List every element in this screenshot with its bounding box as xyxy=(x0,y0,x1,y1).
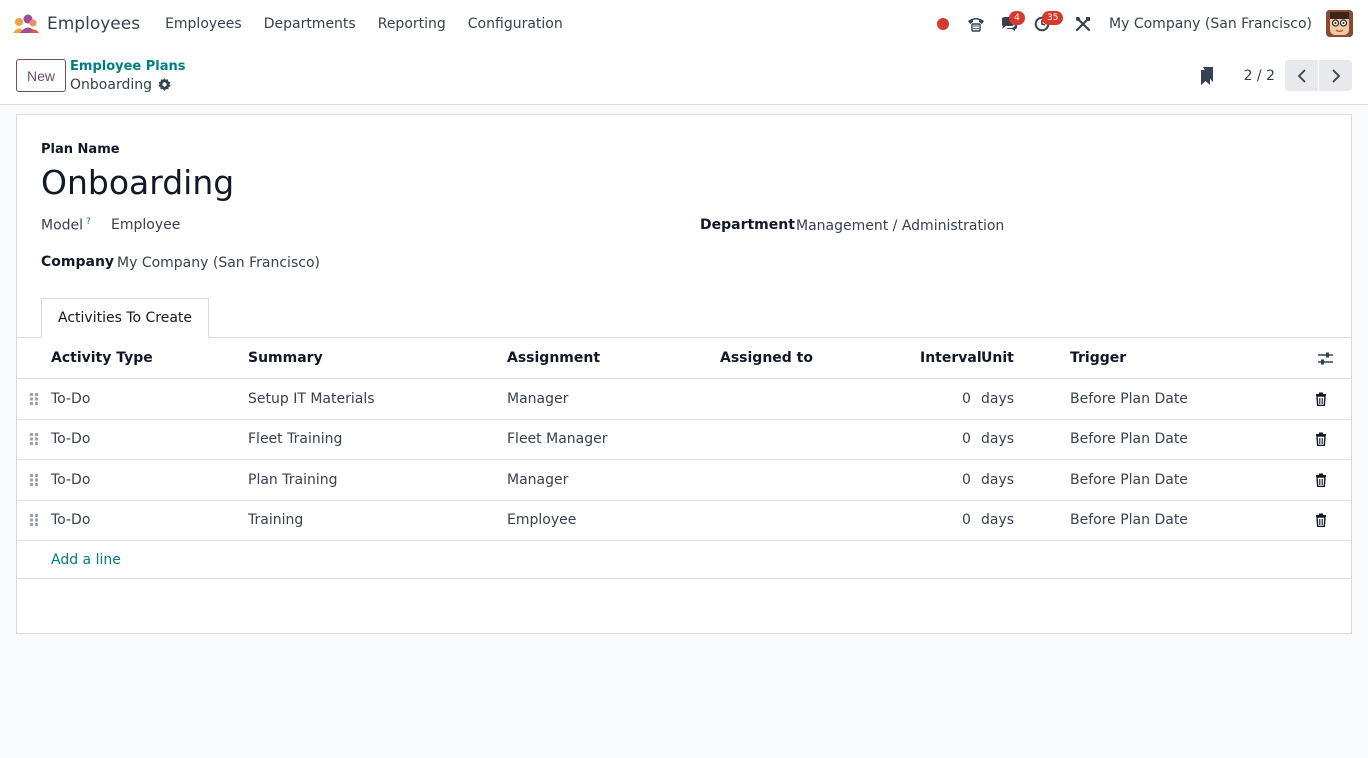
cell-trigger[interactable]: Before Plan Date xyxy=(1070,431,1188,447)
cell-activity-type[interactable]: To-Do xyxy=(51,391,90,407)
model-label: Model? xyxy=(41,217,91,234)
breadcrumb-current: Onboarding xyxy=(70,76,186,94)
systray: 4 35 My Company (San Francisco) xyxy=(926,8,1356,40)
menu-configuration[interactable]: Configuration xyxy=(457,16,574,32)
app-name[interactable]: Employees xyxy=(47,14,140,34)
trash-icon[interactable] xyxy=(1314,432,1328,447)
column-activity-type[interactable]: Activity Type xyxy=(51,350,153,366)
breadcrumb: Employee Plans Onboarding xyxy=(70,58,186,94)
app-home[interactable]: Employees xyxy=(12,14,140,34)
trash-icon[interactable] xyxy=(1314,513,1328,528)
table-header: Activity Type Summary Assignment Assigne… xyxy=(17,338,1351,379)
record-dot-icon xyxy=(936,17,949,30)
activities-count-badge: 35 xyxy=(1042,10,1064,25)
cell-assignment[interactable]: Manager xyxy=(507,472,568,488)
menu-departments[interactable]: Departments xyxy=(253,16,367,32)
department-label: Department xyxy=(700,217,795,233)
activities-button[interactable]: 35 xyxy=(1025,8,1064,40)
pager-previous-button[interactable] xyxy=(1285,60,1318,91)
table-footer: Add a line xyxy=(17,541,1351,579)
cell-assignment[interactable]: Fleet Manager xyxy=(507,431,607,447)
user-avatar-image xyxy=(1326,10,1353,37)
optional-columns-toggle-icon[interactable] xyxy=(1318,352,1333,365)
menu-reporting[interactable]: Reporting xyxy=(367,16,457,32)
breadcrumb-employee-plans[interactable]: Employee Plans xyxy=(70,58,186,76)
cell-interval[interactable]: 0 xyxy=(962,512,971,528)
debug-tools-button[interactable] xyxy=(1066,8,1099,40)
pager-next-button[interactable] xyxy=(1319,60,1352,91)
company-switcher[interactable]: My Company (San Francisco) xyxy=(1109,16,1312,32)
employees-app-icon xyxy=(13,14,39,33)
pager-value[interactable]: 2 / 2 xyxy=(1244,68,1275,84)
trash-icon[interactable] xyxy=(1314,392,1328,406)
company-field[interactable]: My Company (San Francisco) xyxy=(117,255,320,271)
model-help-tooltip[interactable]: ? xyxy=(86,217,91,227)
column-summary[interactable]: Summary xyxy=(248,350,323,366)
activities-table: Activity Type Summary Assignment Assigne… xyxy=(17,338,1351,579)
messages-count-badge: 4 xyxy=(1009,10,1026,25)
column-trigger[interactable]: Trigger xyxy=(1070,350,1126,366)
plan-name-field[interactable]: Onboarding xyxy=(41,163,234,202)
cell-unit[interactable]: days xyxy=(981,391,1014,407)
cell-activity-type[interactable]: To-Do xyxy=(51,472,90,488)
drag-handle-icon[interactable] xyxy=(29,513,39,527)
notebook-tabs: Activities To Create xyxy=(17,298,1351,338)
cell-assignment[interactable]: Manager xyxy=(507,391,568,407)
table-row[interactable]: To-Do Fleet Training Fleet Manager 0 day… xyxy=(17,420,1351,460)
table-row[interactable]: To-Do Setup IT Materials Manager 0 days … xyxy=(17,379,1351,420)
cell-summary[interactable]: Plan Training xyxy=(248,472,337,488)
gear-icon[interactable] xyxy=(158,78,171,91)
cell-summary[interactable]: Setup IT Materials xyxy=(248,391,375,407)
user-avatar[interactable] xyxy=(1326,10,1353,37)
cell-unit[interactable]: days xyxy=(981,431,1014,447)
bookmark-icon xyxy=(1200,66,1213,85)
cell-unit[interactable]: days xyxy=(981,512,1014,528)
column-assigned-to[interactable]: Assigned to xyxy=(720,350,813,366)
column-unit[interactable]: Unit xyxy=(981,350,1014,366)
cell-assignment[interactable]: Employee xyxy=(507,512,576,528)
department-field[interactable]: Management / Administration xyxy=(796,218,1004,234)
cell-unit[interactable]: days xyxy=(981,472,1014,488)
tab-activities-to-create[interactable]: Activities To Create xyxy=(41,298,210,338)
tools-icon xyxy=(1075,16,1090,31)
drag-handle-icon[interactable] xyxy=(29,432,39,446)
plan-name-label: Plan Name xyxy=(41,142,120,157)
company-label: Company xyxy=(41,254,115,270)
drag-handle-icon[interactable] xyxy=(29,392,39,406)
messages-button[interactable]: 4 xyxy=(992,8,1026,40)
cell-interval[interactable]: 0 xyxy=(962,472,971,488)
phone-button[interactable] xyxy=(959,8,992,40)
add-a-line-link[interactable]: Add a line xyxy=(51,552,121,568)
model-field[interactable]: Employee xyxy=(111,217,180,233)
drag-handle-icon[interactable] xyxy=(29,473,39,487)
column-assignment[interactable]: Assignment xyxy=(507,350,600,366)
model-label-text: Model xyxy=(41,217,84,234)
cell-summary[interactable]: Fleet Training xyxy=(248,431,342,447)
cell-interval[interactable]: 0 xyxy=(962,391,971,407)
cell-trigger[interactable]: Before Plan Date xyxy=(1070,391,1188,407)
cell-activity-type[interactable]: To-Do xyxy=(51,431,90,447)
bookmark-button[interactable] xyxy=(1192,61,1222,91)
control-panel: New Employee Plans Onboarding 2 / 2 xyxy=(0,47,1368,105)
new-button[interactable]: New xyxy=(16,59,67,92)
cell-trigger[interactable]: Before Plan Date xyxy=(1070,512,1188,528)
recording-indicator[interactable] xyxy=(926,8,959,40)
breadcrumb-current-label: Onboarding xyxy=(70,76,152,93)
cell-activity-type[interactable]: To-Do xyxy=(51,512,90,528)
form-sheet: Plan Name Onboarding Model? Employee Dep… xyxy=(16,114,1352,634)
chevron-left-icon xyxy=(1297,68,1306,83)
phone-icon xyxy=(967,17,984,32)
main-menu: Employees Departments Reporting Configur… xyxy=(154,16,574,32)
column-interval[interactable]: Interval xyxy=(920,350,982,366)
menu-employees[interactable]: Employees xyxy=(154,16,253,32)
top-navbar: Employees Employees Departments Reportin… xyxy=(0,0,1368,47)
table-row[interactable]: To-Do Training Employee 0 days Before Pl… xyxy=(17,501,1351,541)
cell-trigger[interactable]: Before Plan Date xyxy=(1070,472,1188,488)
table-row[interactable]: To-Do Plan Training Manager 0 days Befor… xyxy=(17,460,1351,501)
cell-summary[interactable]: Training xyxy=(248,512,303,528)
trash-icon[interactable] xyxy=(1314,473,1328,487)
chevron-right-icon xyxy=(1331,68,1340,83)
pager-area: 2 / 2 xyxy=(1192,60,1352,91)
cell-interval[interactable]: 0 xyxy=(962,431,971,447)
